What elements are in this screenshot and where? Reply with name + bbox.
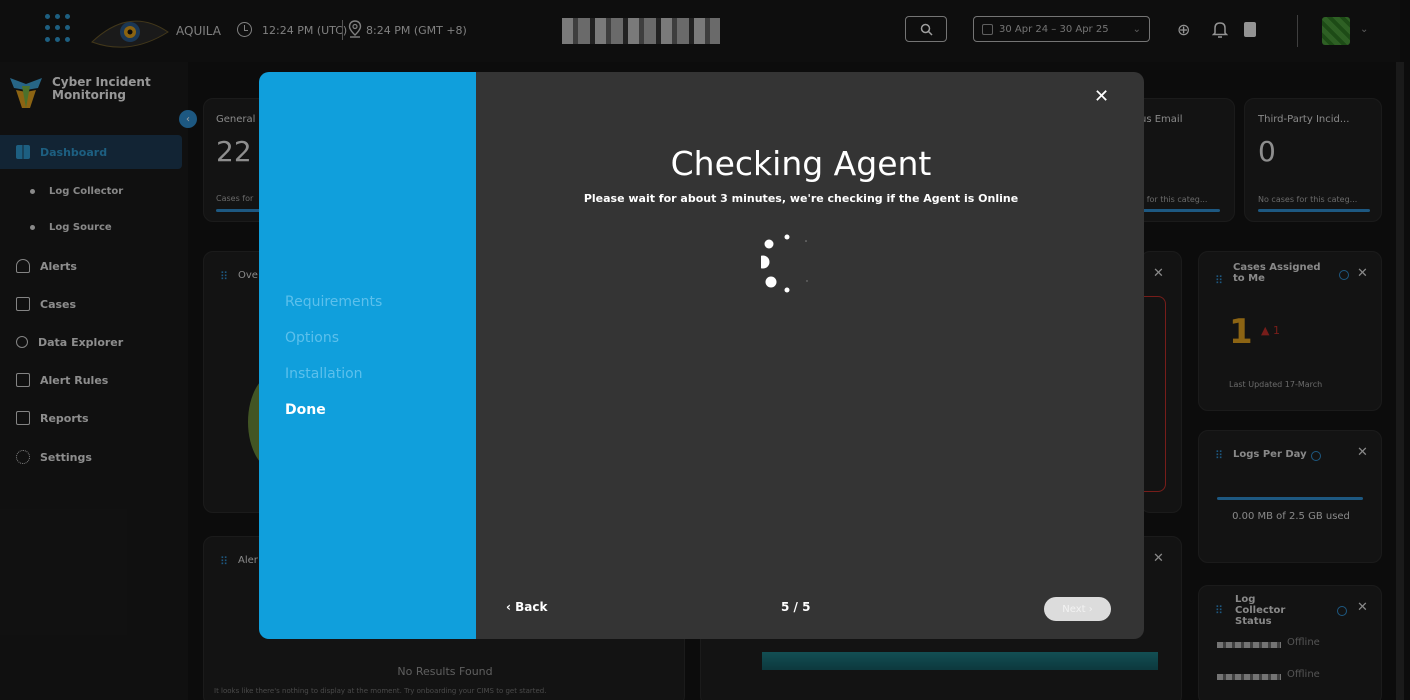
- step-counter: 5 / 5: [781, 600, 811, 614]
- close-icon[interactable]: ✕: [1094, 86, 1109, 107]
- step-installation[interactable]: Installation: [285, 366, 363, 382]
- modal-description: Please wait for about 3 minutes, we're c…: [583, 192, 1019, 205]
- next-button[interactable]: Next ›: [1044, 597, 1111, 621]
- back-button[interactable]: ‹ Back: [506, 600, 547, 614]
- wizard-steps-panel: Requirements Options Installation Done: [259, 72, 476, 639]
- loading-spinner-icon: [761, 234, 808, 293]
- step-requirements[interactable]: Requirements: [285, 294, 382, 310]
- step-options[interactable]: Options: [285, 330, 339, 346]
- modal-title: Checking Agent: [670, 144, 932, 183]
- wizard-content: ✕ Checking Agent Please wait for about 3…: [476, 72, 1144, 639]
- onboarding-modal: Requirements Options Installation Done ✕…: [259, 72, 1144, 639]
- step-done[interactable]: Done: [285, 402, 326, 418]
